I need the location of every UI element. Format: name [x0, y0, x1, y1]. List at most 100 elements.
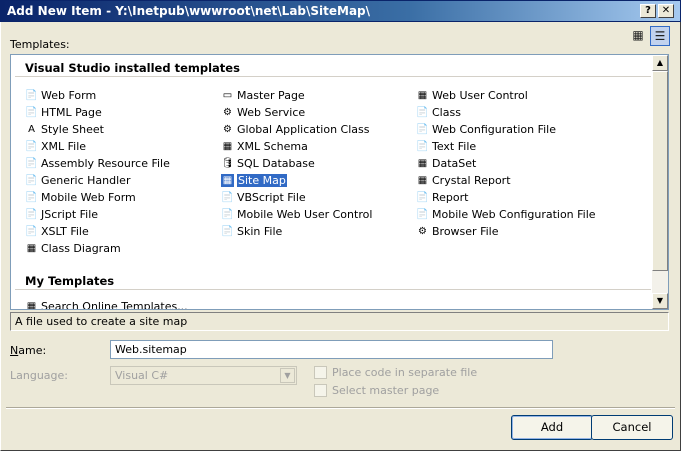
template-item[interactable]: 📄 Report [416, 189, 468, 205]
template-item-label: Global Application Class [237, 122, 370, 136]
name-label-rest: ame: [18, 344, 47, 357]
template-item-label: SQL Database [237, 156, 315, 170]
template-item[interactable]: 📄 Web Configuration File [416, 121, 556, 137]
template-file-icon: ▦ [417, 174, 428, 186]
title-bar: Add New Item - Y:\Inetpub\wwwroot\net\La… [0, 0, 681, 22]
template-item-label: Generic Handler [41, 173, 131, 187]
template-item-label: Class [432, 105, 461, 119]
templates-label: Templates: [10, 38, 70, 51]
template-file-icon: 📄 [221, 225, 234, 237]
scroll-down-button[interactable]: ▼ [652, 293, 668, 309]
template-item[interactable]: 📄 XSLT File [25, 223, 89, 239]
template-file-icon: ▦ [26, 300, 37, 310]
template-item[interactable]: ▦ Search Online Templates... [25, 298, 188, 310]
section-my-templates: My Templates [25, 274, 115, 288]
template-item[interactable]: 📄 Class [416, 104, 461, 120]
template-file-icon: 📄 [416, 191, 429, 203]
template-item[interactable]: 📄 XML File [25, 138, 86, 154]
template-item-label: Style Sheet [41, 122, 104, 136]
template-file-icon: ▦ [26, 242, 37, 254]
large-icons-view-icon[interactable]: ▦ [628, 26, 648, 46]
divider [15, 289, 651, 290]
template-item-label: Web Configuration File [432, 122, 556, 136]
template-file-icon: 📄 [25, 140, 38, 152]
separator [6, 407, 675, 409]
template-item-label: XML File [41, 139, 87, 153]
template-item[interactable]: 📄 JScript File [25, 206, 98, 222]
template-item[interactable]: ▦ XML Schema [221, 138, 308, 154]
template-item-label: DataSet [432, 156, 477, 170]
template-item[interactable]: 📄 Assembly Resource File [25, 155, 170, 171]
template-item[interactable]: ▦ Class Diagram [25, 240, 121, 256]
template-file-icon: 📄 [416, 123, 429, 135]
template-item[interactable]: 📄 Mobile Web Configuration File [416, 206, 595, 222]
template-item[interactable]: ⚙ Global Application Class [221, 121, 369, 137]
template-item[interactable]: 🛢 SQL Database [221, 155, 315, 171]
template-item[interactable]: ⚙ Web Service [221, 104, 305, 120]
template-item[interactable]: ▦ Web User Control [416, 87, 528, 103]
add-button[interactable]: Add [511, 415, 593, 440]
template-item[interactable]: ▦ DataSet [416, 155, 477, 171]
template-item[interactable]: 📄 Generic Handler [25, 172, 130, 188]
template-item[interactable]: 📄 Text File [416, 138, 476, 154]
name-label: Name: [10, 344, 47, 357]
checkbox-box [314, 384, 327, 397]
small-icons-view-icon[interactable]: ☰ [650, 26, 670, 46]
master-page-label: Select master page [332, 384, 440, 397]
template-file-icon: ▦ [222, 140, 233, 152]
name-input[interactable] [110, 340, 553, 359]
language-label: Language: [10, 369, 68, 382]
template-item-label: VBScript File [237, 190, 306, 204]
template-item[interactable]: A Style Sheet [25, 121, 104, 137]
template-item[interactable]: ▦ Crystal Report [416, 172, 511, 188]
template-file-icon: ▦ [417, 157, 428, 169]
template-item[interactable]: 📄 Skin File [221, 223, 282, 239]
template-item-label: Web User Control [432, 88, 528, 102]
template-item[interactable]: 📄 Mobile Web User Control [221, 206, 372, 222]
template-file-icon: 📄 [416, 140, 429, 152]
template-item-label: Mobile Web User Control [237, 207, 373, 221]
separate-file-label: Place code in separate file [332, 366, 478, 379]
template-item-label: Web Form [41, 88, 97, 102]
template-item-label: JScript File [41, 207, 99, 221]
template-item[interactable]: 📄 Mobile Web Form [25, 189, 136, 205]
template-file-icon: ▭ [222, 89, 233, 101]
template-file-icon: ⚙ [223, 123, 232, 135]
template-file-icon: 📄 [416, 208, 429, 220]
template-item-label: Web Service [237, 105, 306, 119]
template-file-icon: 📄 [25, 174, 38, 186]
master-page-checkbox: Select master page [314, 384, 439, 397]
template-file-icon: 📄 [25, 89, 38, 101]
template-item[interactable]: ▦ Site Map [221, 172, 287, 188]
template-file-icon: 📄 [25, 157, 38, 169]
template-item[interactable]: ⚙ Browser File [416, 223, 498, 239]
template-item-label: Text File [432, 139, 477, 153]
template-item-label: Search Online Templates... [41, 299, 188, 310]
template-item[interactable]: 📄 VBScript File [221, 189, 306, 205]
template-item-label: XML Schema [237, 139, 308, 153]
template-item[interactable]: 📄 Web Form [25, 87, 96, 103]
divider [15, 76, 651, 77]
template-file-icon: 📄 [25, 225, 38, 237]
template-item-label: Class Diagram [41, 241, 121, 255]
close-button[interactable]: ✕ [658, 4, 674, 18]
chevron-down-icon: ▼ [280, 368, 295, 383]
cancel-button[interactable]: Cancel [591, 415, 673, 440]
template-item-label: Assembly Resource File [41, 156, 170, 170]
template-item-label: Crystal Report [432, 173, 511, 187]
language-select: Visual C# ▼ [110, 366, 297, 385]
template-file-icon: 📄 [221, 191, 234, 203]
separate-file-checkbox: Place code in separate file [314, 366, 477, 379]
template-item[interactable]: 📄 HTML Page [25, 104, 101, 120]
scroll-up-button[interactable]: ▲ [652, 55, 668, 71]
vertical-scrollbar[interactable]: ▲ ▼ [652, 55, 668, 309]
window-title: Add New Item - Y:\Inetpub\wwwroot\net\La… [7, 4, 371, 18]
template-file-icon: ▦ [417, 89, 428, 101]
scroll-thumb[interactable] [652, 71, 668, 271]
template-item[interactable]: ▭ Master Page [221, 87, 305, 103]
template-file-icon: A [28, 123, 35, 135]
template-file-icon: 📄 [221, 208, 234, 220]
section-installed-templates: Visual Studio installed templates [25, 61, 240, 75]
templates-list[interactable]: Visual Studio installed templates 📄 Web F… [10, 54, 669, 310]
help-button[interactable]: ? [640, 4, 656, 18]
